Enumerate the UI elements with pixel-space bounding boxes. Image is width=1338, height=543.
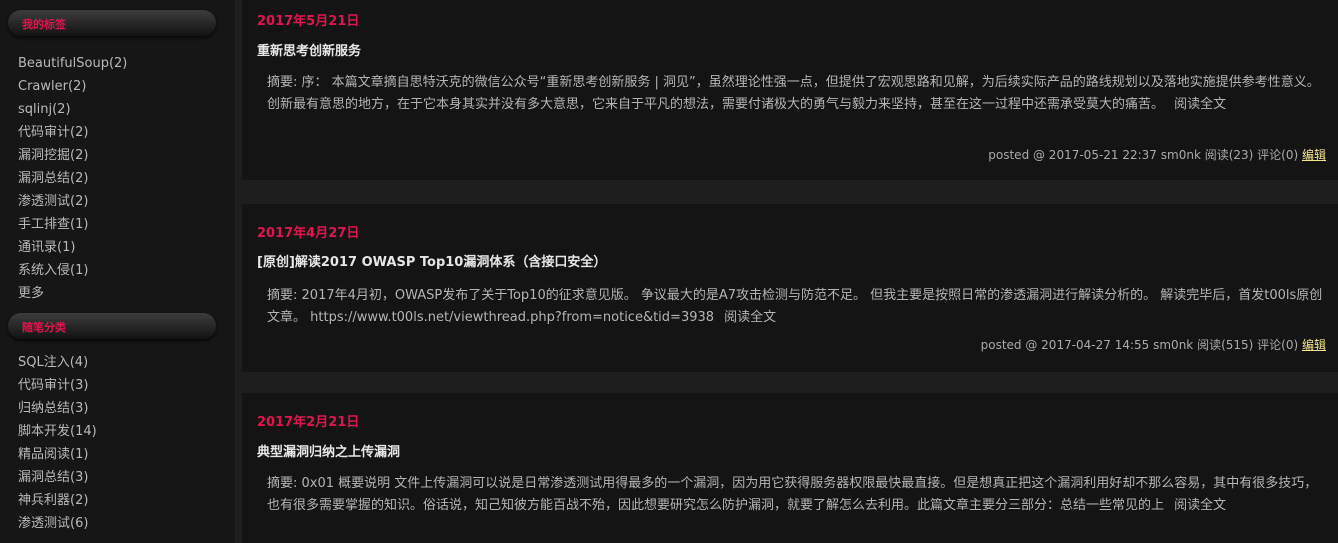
blog-page: 我的标签 BeautifulSoup(2) Crawler(2) sqlinj(… [0,0,1338,543]
tag-link[interactable]: 通讯录(1) [0,236,127,259]
category-link[interactable]: 归纳总结(3) [0,397,97,420]
post-title-link[interactable]: 典型漏洞归纳之上传漏洞 [257,441,400,460]
post-meta: posted @ 2017-05-21 22:37 sm0nk 阅读(23) 评… [988,148,1299,162]
read-more-link[interactable]: 阅读全文 [1168,97,1226,112]
summary-label: 摘要: [267,476,298,491]
tag-link[interactable]: 渗透测试(2) [0,190,127,213]
post-title-link[interactable]: 重新思考创新服务 [257,40,361,59]
edit-link[interactable]: 编辑 [1302,338,1326,352]
read-more-link[interactable]: 阅读全文 [718,310,776,325]
post-date: 2017年4月27日 [257,226,360,241]
summary-text: 0x01 概要说明 文件上传漏洞可以说是日常渗透测试用得最多的一个漏洞，因为用它… [267,476,1318,513]
post-entry: 2017年4月27日 [原创]解读2017 OWASP Top10漏洞体系（含接… [242,204,1338,372]
categories-section-header: 随笔分类 [8,313,216,339]
categories-list: SQL注入(4) 代码审计(3) 归纳总结(3) 脚本开发(14) 精品阅读(1… [0,351,97,535]
category-link[interactable]: 精品阅读(1) [0,443,97,466]
post-entry: 2017年2月21日 典型漏洞归纳之上传漏洞 摘要: 0x01 概要说明 文件上… [242,393,1338,543]
post-entry: 2017年5月21日 重新思考创新服务 摘要: 序： 本篇文章摘自思特沃克的微信… [242,0,1338,180]
category-link[interactable]: 脚本开发(14) [0,420,97,443]
post-summary: 摘要: 0x01 概要说明 文件上传漏洞可以说是日常渗透测试用得最多的一个漏洞，… [267,473,1327,517]
tag-link[interactable]: 漏洞总结(2) [0,167,127,190]
post-title-link[interactable]: [原创]解读2017 OWASP Top10漏洞体系（含接口安全） [257,251,606,270]
post-footer: posted @ 2017-05-21 22:37 sm0nk 阅读(23) 评… [988,146,1326,163]
category-link[interactable]: 渗透测试(6) [0,512,97,535]
tag-link[interactable]: 手工排查(1) [0,213,127,236]
category-link[interactable]: 漏洞总结(3) [0,466,97,489]
tags-section-title: 我的标签 [22,18,66,31]
tag-link[interactable]: sqlinj(2) [0,98,127,121]
summary-text: 序： 本篇文章摘自思特沃克的微信公众号“重新思考创新服务 | 洞见”，虽然理论性… [267,75,1320,112]
more-tags-link[interactable]: 更多 [0,282,127,305]
category-link[interactable]: 神兵利器(2) [0,489,97,512]
post-footer: posted @ 2017-04-27 14:55 sm0nk 阅读(515) … [981,336,1326,353]
tag-link[interactable]: 系统入侵(1) [0,259,127,282]
summary-text: 2017年4月初，OWASP发布了关于Top10的征求意见版。 争议最大的是A7… [267,288,1323,325]
edit-link[interactable]: 编辑 [1302,148,1326,162]
post-list: 2017年5月21日 重新思考创新服务 摘要: 序： 本篇文章摘自思特沃克的微信… [242,0,1338,543]
read-more-link[interactable]: 阅读全文 [1168,498,1226,513]
category-link[interactable]: SQL注入(4) [0,351,97,374]
sidebar: 我的标签 BeautifulSoup(2) Crawler(2) sqlinj(… [0,0,235,543]
summary-label: 摘要: [267,288,298,303]
tag-link[interactable]: 漏洞挖掘(2) [0,144,127,167]
post-date: 2017年2月21日 [257,415,360,430]
tags-section-header: 我的标签 [8,10,216,36]
tags-list: BeautifulSoup(2) Crawler(2) sqlinj(2) 代码… [0,52,127,305]
tag-link[interactable]: 代码审计(2) [0,121,127,144]
post-date: 2017年5月21日 [257,14,360,29]
post-meta: posted @ 2017-04-27 14:55 sm0nk 阅读(515) … [980,338,1299,352]
post-summary: 摘要: 序： 本篇文章摘自思特沃克的微信公众号“重新思考创新服务 | 洞见”，虽… [267,72,1327,116]
summary-label: 摘要: [267,75,298,90]
categories-section-title: 随笔分类 [22,321,66,334]
tag-link[interactable]: Crawler(2) [0,75,127,98]
tag-link[interactable]: BeautifulSoup(2) [0,52,127,75]
category-link[interactable]: 代码审计(3) [0,374,97,397]
post-summary: 摘要: 2017年4月初，OWASP发布了关于Top10的征求意见版。 争议最大… [267,285,1327,329]
